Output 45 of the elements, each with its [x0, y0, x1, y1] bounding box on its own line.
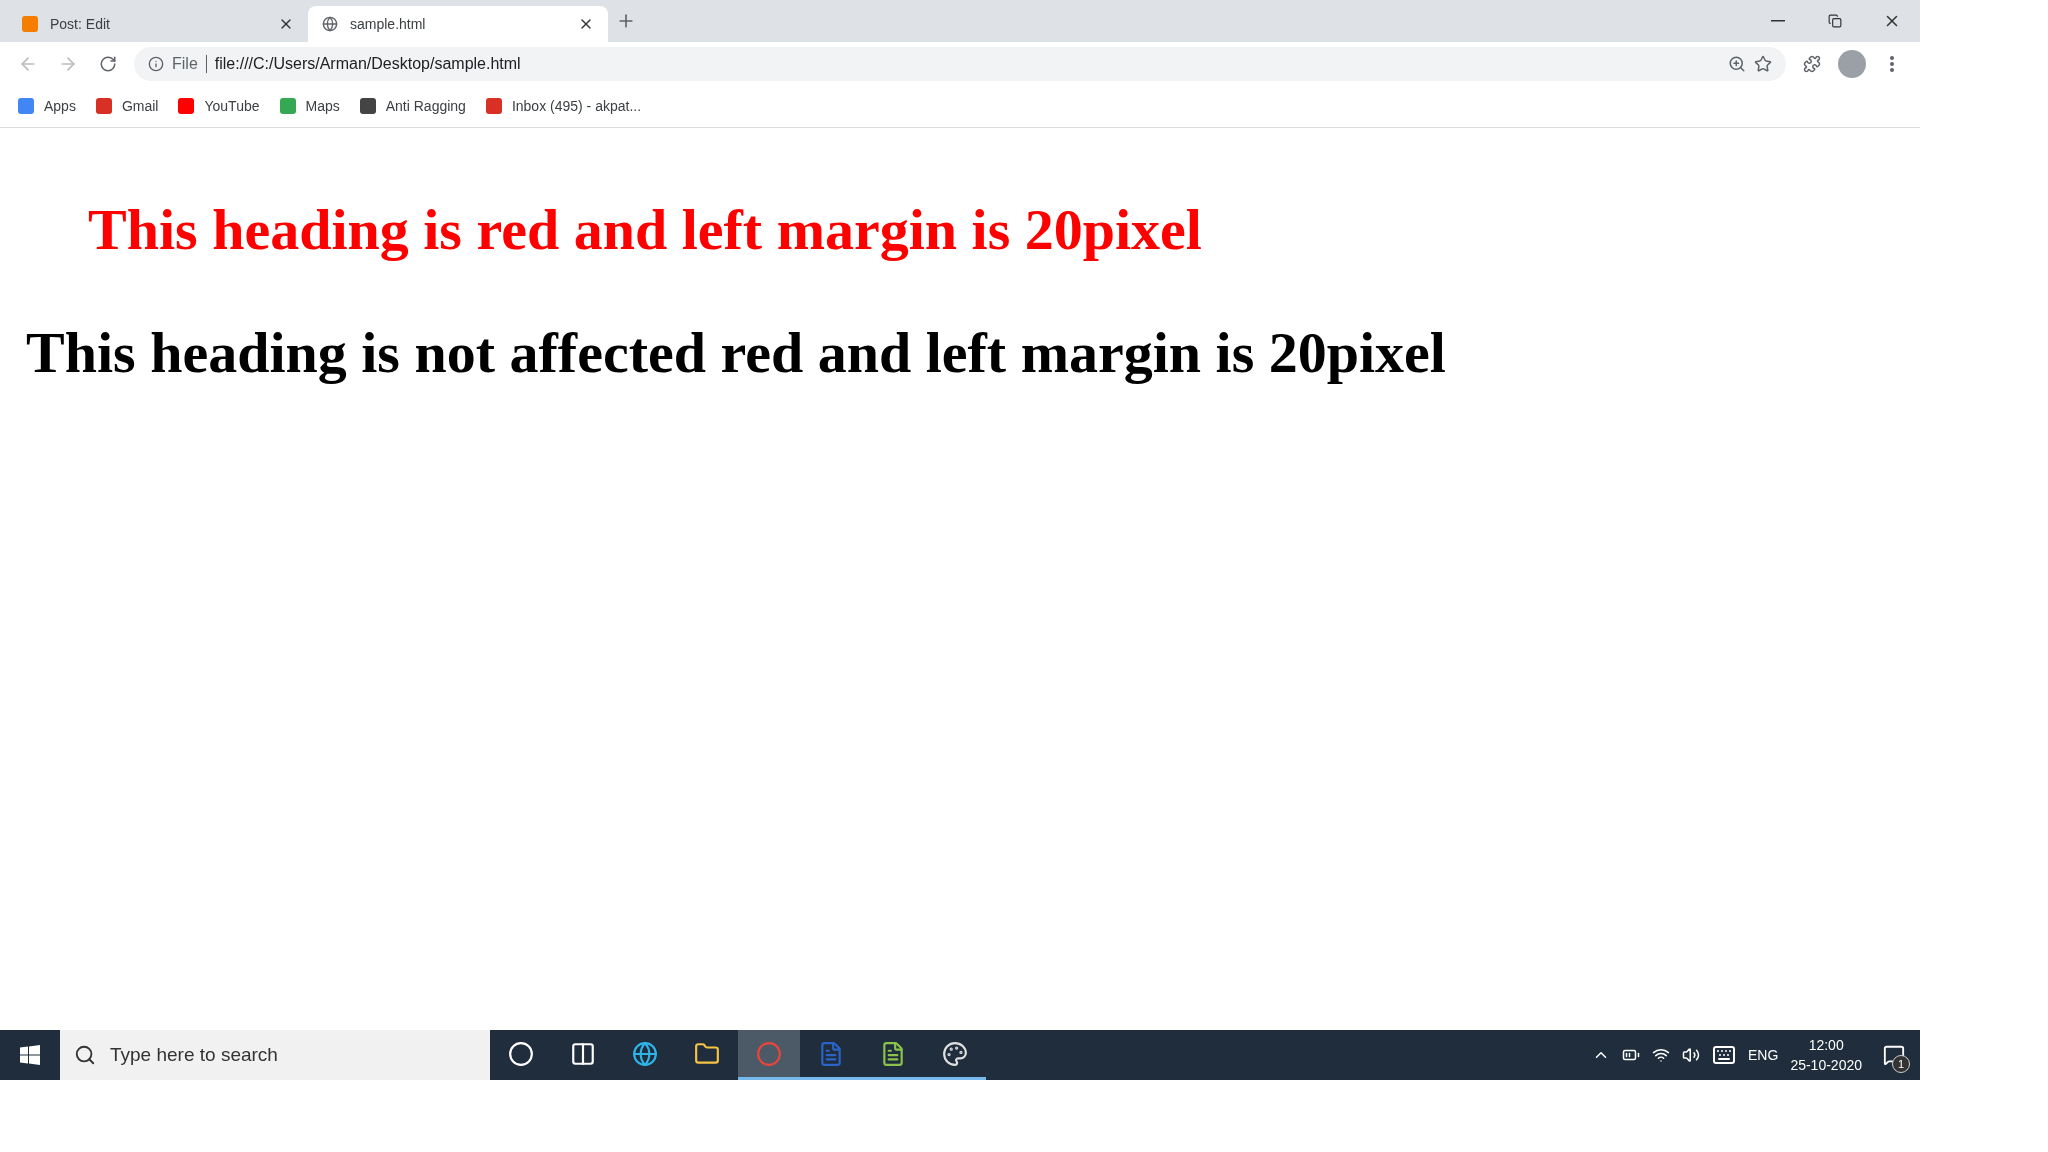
palette-icon: [942, 1040, 968, 1067]
browser-tab[interactable]: Post: Edit: [8, 6, 308, 42]
info-icon[interactable]: [148, 55, 164, 72]
reload-icon: [99, 54, 117, 73]
document-icon: [818, 1040, 844, 1067]
wifi-icon[interactable]: [1652, 1046, 1671, 1064]
task-view-icon: [570, 1040, 596, 1067]
browser-icon: [756, 1040, 782, 1067]
bookmark-link[interactable]: Gmail: [95, 98, 159, 114]
scheme-label: File: [172, 54, 207, 73]
language-label[interactable]: ENG: [1748, 1047, 1779, 1063]
puzzle-icon: [1803, 54, 1821, 73]
circle-icon: [508, 1040, 534, 1067]
notepad-icon: [880, 1040, 906, 1067]
bookmark-link[interactable]: Inbox (495) - akpat...: [485, 98, 642, 114]
browser-tab[interactable]: sample.html: [308, 6, 608, 42]
notification-icon: [1883, 1044, 1905, 1066]
folder-icon: [694, 1040, 720, 1067]
keyboard-icon[interactable]: [1712, 1043, 1737, 1067]
notifications-button[interactable]: 1: [1874, 1035, 1914, 1075]
menu-icon: [1890, 55, 1894, 72]
volume-icon[interactable]: [1682, 1046, 1701, 1064]
search-placeholder: Type here to search: [110, 1044, 278, 1066]
star-icon[interactable]: [1754, 54, 1772, 73]
windows-icon: [20, 1045, 40, 1065]
bookmark-link[interactable]: YouTube: [178, 98, 260, 114]
avatar[interactable]: [1838, 49, 1866, 78]
minimize-icon: [1770, 20, 1785, 22]
search-field[interactable]: Type here to search: [60, 1030, 490, 1080]
url-text: file:///C:/Users/Arman/Desktop/sample.html: [214, 54, 522, 73]
restore-icon: [1827, 14, 1842, 28]
notification-count: 1: [1892, 1055, 1910, 1073]
tab-title: Post: Edit: [50, 16, 111, 32]
heading: This heading is red and left margin is 20pixel: [88, 196, 1203, 263]
bookmark-link[interactable]: Maps: [279, 98, 340, 114]
tab-title: sample.html: [350, 16, 427, 32]
zoom-icon[interactable]: [1728, 54, 1746, 73]
search-icon: [74, 1044, 96, 1066]
bookmark-link[interactable]: Apps: [18, 98, 76, 114]
address-bar[interactable]: File file:///C:/Users/Arman/Desktop/sample.html: [134, 46, 1786, 81]
heading: This heading is not affected red and left margin is 20pixel: [26, 319, 1447, 386]
bookmark-link[interactable]: Anti Ragging: [359, 98, 466, 114]
clock[interactable]: 12:00 25-10-2020: [1790, 1035, 1862, 1075]
globe-icon: [322, 16, 338, 32]
browser-icon: [632, 1040, 658, 1067]
